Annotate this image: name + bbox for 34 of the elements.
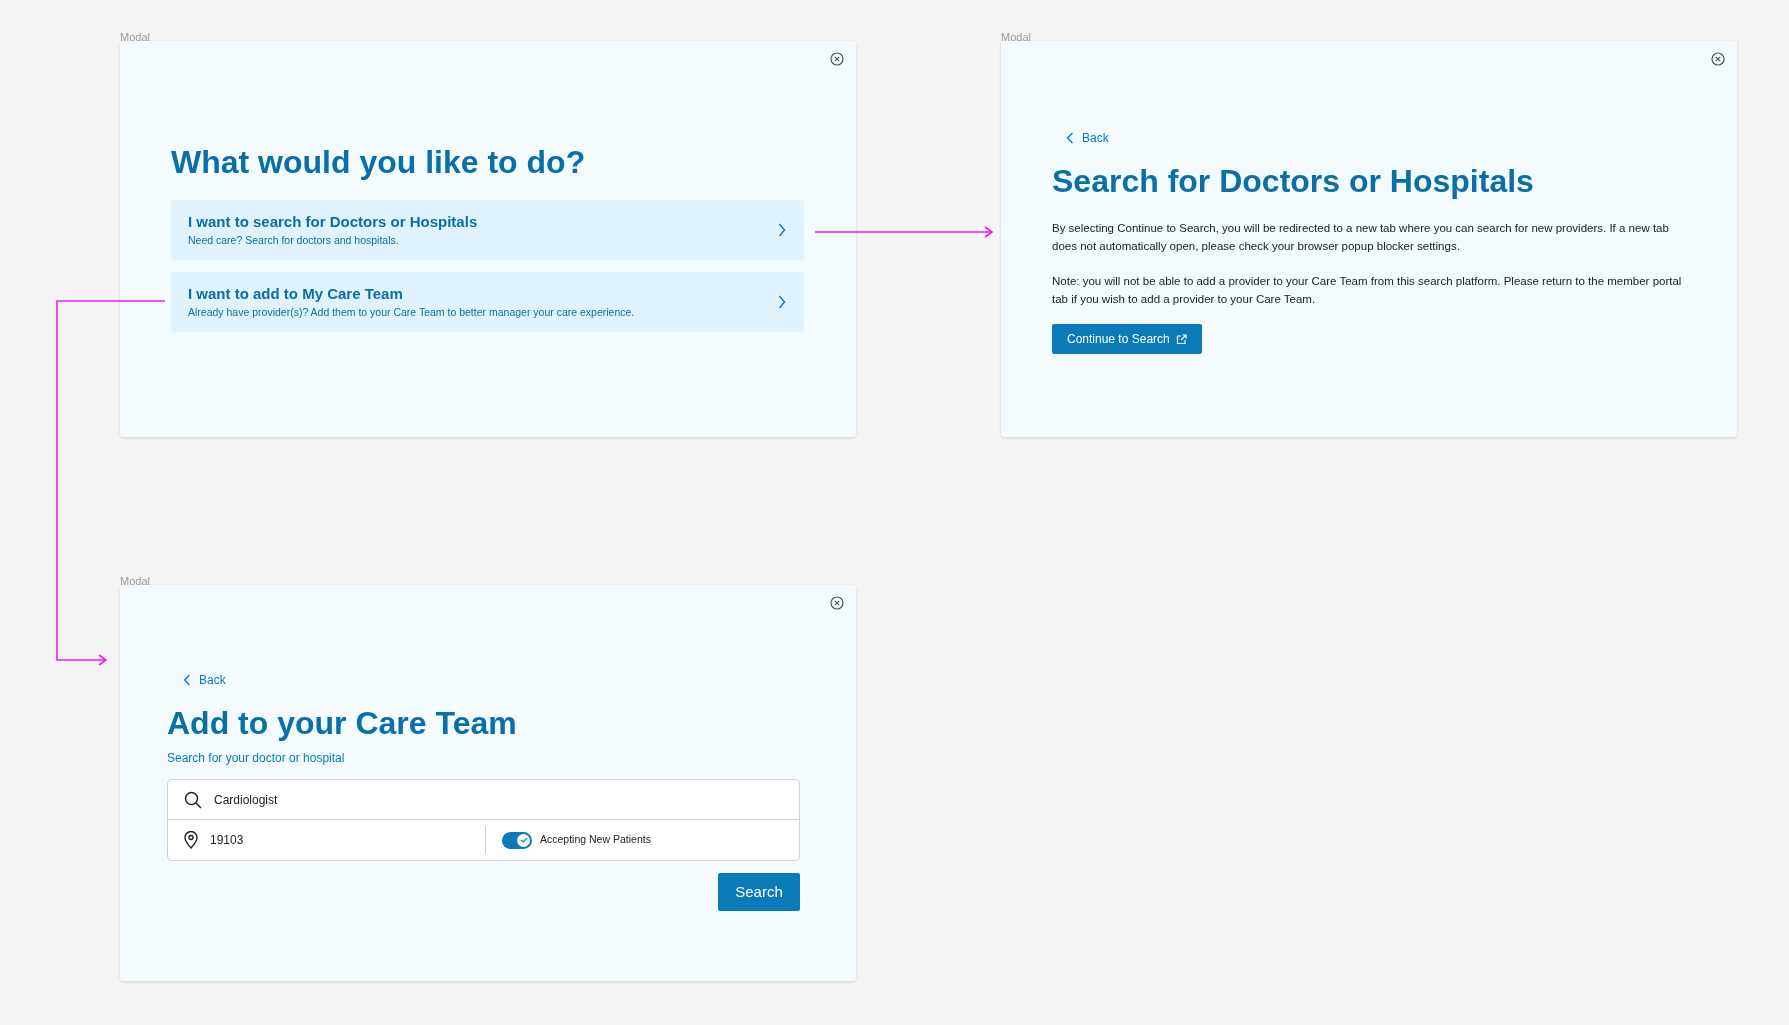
location-input[interactable]: 19103	[210, 831, 469, 849]
modal-subheading: Search for your doctor or hospital	[167, 750, 345, 767]
search-input[interactable]: Cardiologist	[214, 790, 783, 809]
option-title: I want to search for Doctors or Hospitals	[188, 211, 478, 232]
chevron-left-icon	[183, 674, 191, 686]
check-icon	[519, 836, 528, 844]
option-card[interactable]: I want to add to My Care Team Already have provider(s)? Add them to your Care Team to better manager your care experience.	[171, 272, 804, 332]
modal-heading: Search for Doctors or Hospitals	[1052, 162, 1534, 201]
chevron-left-icon	[1066, 132, 1074, 144]
toggle-label: Accepting New Patients	[540, 832, 651, 848]
body-paragraph: By selecting Continue to Search, you will be redirected to a new tab where you can search for new providers. If a new tab does not automatically open, please check your browser popup blocker settings.	[1052, 221, 1670, 254]
search-button[interactable]: Search	[718, 873, 800, 911]
close-icon[interactable]	[830, 52, 844, 66]
chevron-right-icon	[778, 223, 786, 237]
chevron-right-icon	[778, 295, 786, 309]
option-description: Need care? Search for doctors and hospitals.	[188, 233, 399, 249]
continue-button[interactable]: Continue to Search	[1052, 324, 1202, 354]
modal-heading: What would you like to do?	[171, 143, 586, 182]
frame-label: Modal	[120, 33, 150, 41]
option-description: Already have provider(s)? Add them to your Care Team to better manager your care experience.	[188, 305, 635, 321]
external-link-icon	[1175, 333, 1187, 345]
back-link[interactable]: Back	[183, 671, 226, 689]
modal-heading: Add to your Care Team	[167, 704, 517, 743]
frame-label: Modal	[1001, 33, 1031, 41]
toggle-switch[interactable]	[502, 831, 532, 849]
back-link[interactable]: Back	[1066, 129, 1109, 147]
frame-label: Modal	[120, 577, 150, 585]
close-icon[interactable]	[1711, 52, 1725, 66]
body-paragraph: Note: you will not be able to add a provider to your Care Team from this search platform. Please return to the member portal tab if you wish to add a provider to your Care Team.	[1052, 274, 1683, 307]
close-icon[interactable]	[830, 596, 844, 610]
location-pin-icon	[184, 831, 198, 849]
option-title: I want to add to My Care Team	[188, 283, 403, 304]
option-card[interactable]: I want to search for Doctors or Hospitals Need care? Search for doctors and hospitals.	[171, 200, 804, 260]
search-icon	[184, 790, 202, 809]
